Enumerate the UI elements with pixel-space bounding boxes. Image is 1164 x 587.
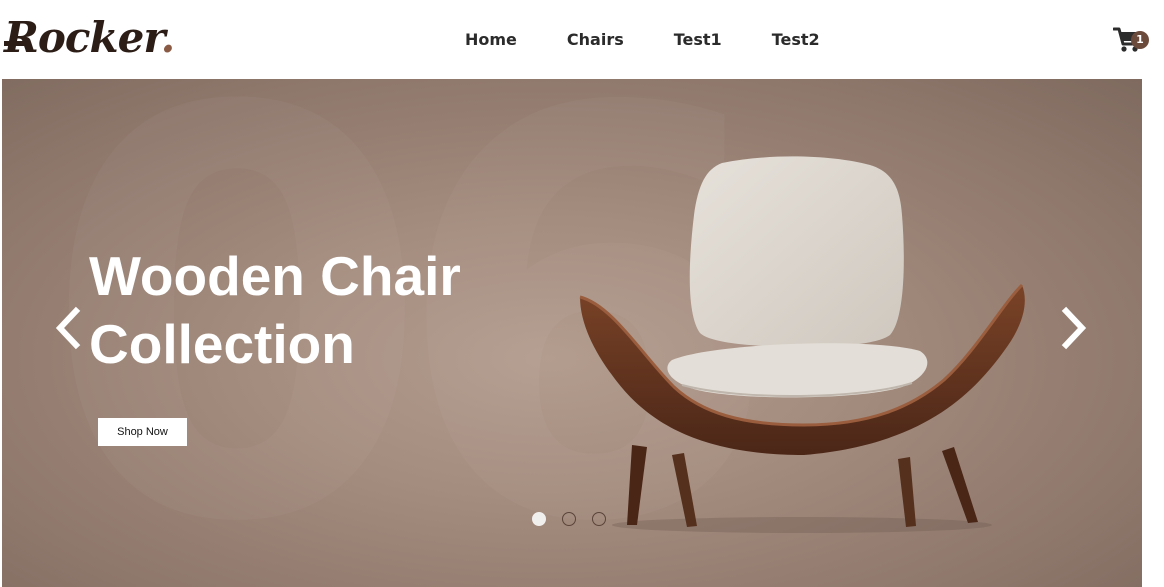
cart-button[interactable]: 1	[1112, 25, 1157, 55]
nav-item-test2[interactable]: Test2	[772, 28, 820, 52]
logo-bar	[4, 41, 26, 46]
nav-item-home[interactable]: Home	[465, 28, 517, 52]
slider-dot-2[interactable]	[562, 512, 576, 526]
hero-title: Wooden Chair Collection	[89, 242, 549, 378]
hero-slider: 06 Wooden Chair Collection Shop Now	[2, 79, 1142, 587]
slider-dot-3[interactable]	[592, 512, 606, 526]
cart-count-badge: 1	[1131, 31, 1149, 49]
logo[interactable]: Rocker.	[4, 10, 176, 66]
chevron-right-icon	[1061, 306, 1087, 350]
slider-next-button[interactable]	[1056, 303, 1092, 353]
logo-dot: .	[160, 13, 176, 62]
hero-title-line-2: Collection	[89, 313, 355, 375]
slider-dot-1[interactable]	[532, 512, 546, 526]
logo-text: Rocker	[4, 13, 162, 62]
chevron-left-icon	[55, 306, 81, 350]
nav-item-test1[interactable]: Test1	[674, 28, 722, 52]
hero-title-line-1: Wooden Chair	[89, 245, 461, 307]
shop-now-button[interactable]: Shop Now	[98, 418, 187, 446]
main-nav: Home Chairs Test1 Test2	[440, 28, 845, 52]
slider-pagination	[532, 512, 622, 526]
nav-item-chairs[interactable]: Chairs	[567, 28, 624, 52]
chair-image	[579, 156, 1025, 533]
slider-prev-button[interactable]	[50, 303, 86, 353]
site-header: Rocker. Home Chairs Test1 Test2 1	[0, 0, 1164, 79]
